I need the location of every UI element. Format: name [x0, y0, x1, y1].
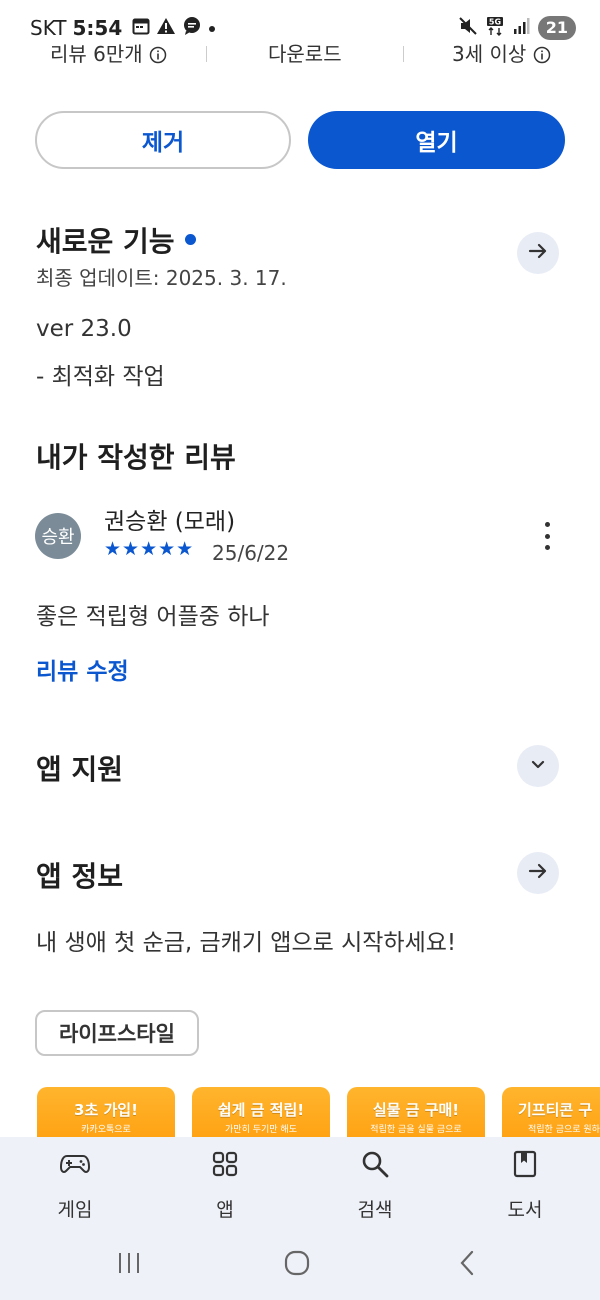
uninstall-button[interactable]: 제거 — [35, 111, 291, 169]
nav-label: 게임 — [57, 1199, 93, 1221]
screenshot-title: 실물 금 구매! — [372, 1101, 460, 1119]
screenshot-subtitle: 가만히 두기만 해도 — [225, 1125, 297, 1135]
stat-divider — [403, 46, 404, 62]
home-button[interactable] — [282, 1250, 312, 1280]
screenshot-subtitle: 적립한 금으로 원하 — [528, 1125, 600, 1135]
screenshot-subtitle: 카카오톡으로 — [81, 1125, 131, 1135]
reviews-count: 리뷰 6만개 — [50, 42, 143, 66]
screenshot-subtitle: 적립한 금을 실물 금으로 — [370, 1125, 462, 1135]
info-icon — [149, 45, 167, 69]
stat-divider — [206, 46, 207, 62]
nav-label: 앱 — [216, 1199, 234, 1221]
review-date: 25/6/22 — [212, 541, 290, 565]
whats-new-heading[interactable]: 새로운 기능 — [36, 220, 196, 260]
book-icon — [510, 1149, 540, 1179]
stats-row: 리뷰 6만개 다운로드 3세 이상 — [0, 36, 600, 70]
category-chip[interactable]: 라이프스타일 — [35, 1010, 199, 1056]
app-description: 내 생애 첫 순금, 금캐기 앱으로 시작하세요! — [36, 930, 457, 956]
app-info-heading[interactable]: 앱 정보 — [36, 855, 123, 895]
nav-label: 도서 — [507, 1199, 543, 1221]
system-navigation-bar — [0, 1232, 600, 1300]
nav-item-books[interactable]: 도서 — [450, 1137, 600, 1232]
age-rating-stat[interactable]: 3세 이상 — [452, 38, 551, 69]
nav-item-games[interactable]: 게임 — [0, 1137, 150, 1232]
whats-new-title: 새로운 기능 — [36, 225, 175, 258]
bottom-navigation: 게임 앱 검색 도서 — [0, 1137, 600, 1232]
more-options-button[interactable] — [534, 518, 560, 554]
notification-dot-icon — [208, 18, 216, 38]
nav-item-search[interactable]: 검색 — [300, 1137, 450, 1232]
open-button[interactable]: 열기 — [308, 111, 565, 169]
info-icon — [533, 45, 551, 69]
more-vert-icon — [544, 522, 550, 527]
chevron-down-icon — [528, 754, 548, 778]
last-updated: 최종 업데이트: 2025. 3. 17. — [36, 266, 287, 290]
whats-new-arrow-button[interactable] — [517, 232, 559, 274]
star-rating: ★★★★★ — [104, 538, 195, 560]
app-info-arrow-button[interactable] — [517, 852, 559, 894]
search-icon — [360, 1149, 390, 1179]
my-review-heading: 내가 작성한 리뷰 — [36, 441, 236, 474]
age-rating-label: 3세 이상 — [452, 42, 527, 66]
nav-item-apps[interactable]: 앱 — [150, 1137, 300, 1232]
arrow-right-icon — [527, 240, 549, 266]
apps-grid-icon — [210, 1149, 240, 1179]
reviews-stat[interactable]: 리뷰 6만개 — [50, 38, 167, 69]
screenshot-title: 3초 가입! — [74, 1101, 138, 1119]
reviewer-name: 권승환 (모래) — [104, 509, 236, 535]
arrow-right-icon — [527, 860, 549, 886]
back-chevron-icon — [457, 1250, 477, 1280]
screenshot-title: 쉽게 금 적립! — [217, 1101, 305, 1119]
downloads-stat: 다운로드 — [268, 42, 342, 66]
app-support-expand-button[interactable] — [517, 745, 559, 787]
nav-label: 검색 — [357, 1199, 393, 1221]
avatar: 승환 — [35, 513, 81, 559]
back-button[interactable] — [452, 1250, 482, 1280]
recent-apps-button[interactable] — [114, 1250, 144, 1280]
new-indicator-dot — [184, 233, 196, 245]
screenshot-title: 기프티콘 구 — [518, 1101, 593, 1119]
recent-apps-icon — [116, 1251, 142, 1279]
svg-text:5G: 5G — [489, 18, 501, 27]
review-text: 좋은 적립형 어플중 하나 — [36, 604, 270, 630]
gamepad-icon — [60, 1149, 90, 1179]
home-icon — [284, 1250, 310, 1280]
release-note: - 최적화 작업 — [36, 364, 165, 390]
app-support-heading[interactable]: 앱 지원 — [36, 748, 123, 788]
version-text: ver 23.0 — [36, 316, 132, 342]
edit-review-link[interactable]: 리뷰 수정 — [36, 652, 129, 686]
